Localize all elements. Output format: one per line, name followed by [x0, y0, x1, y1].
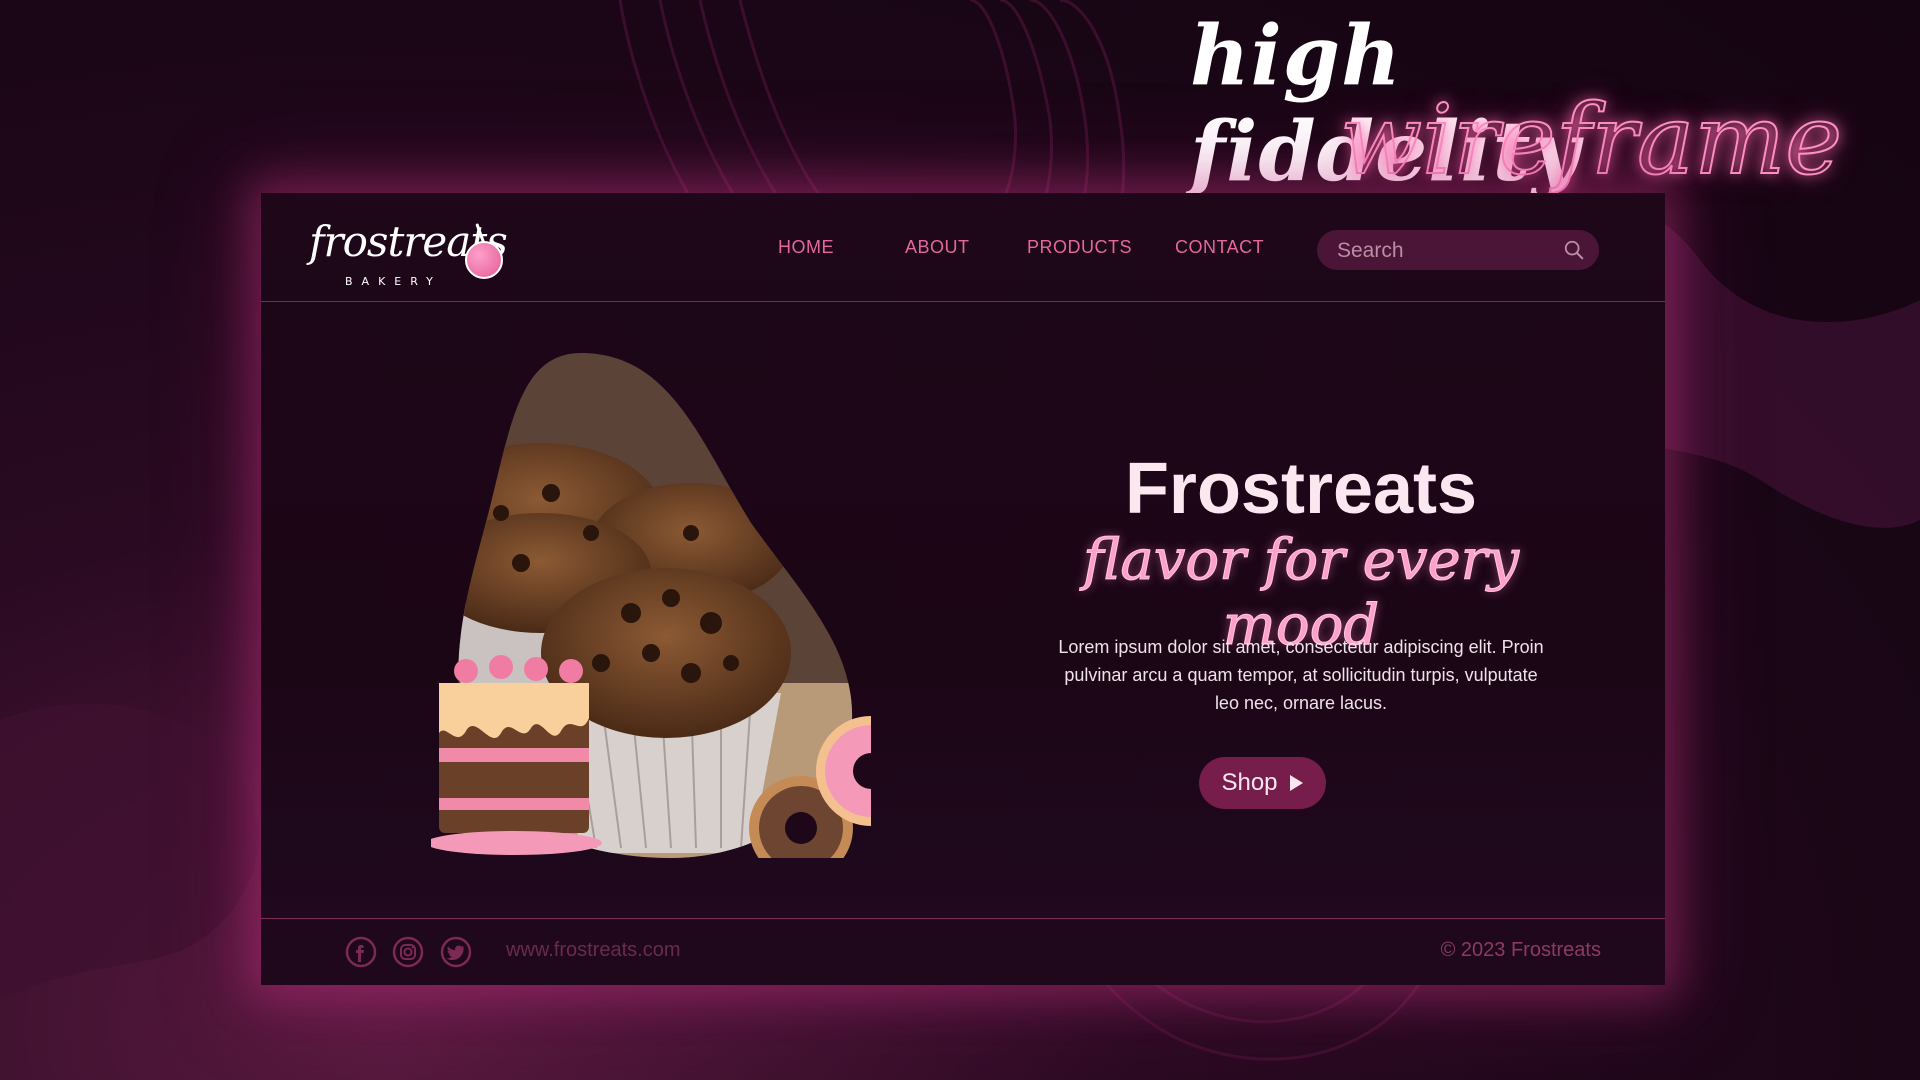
nav-item-about[interactable]: ABOUT	[905, 237, 970, 258]
search-bar	[1317, 230, 1599, 272]
facebook-icon[interactable]	[345, 936, 377, 968]
shop-button[interactable]: Shop	[1199, 757, 1326, 809]
twitter-icon[interactable]	[440, 936, 472, 968]
brand-logo[interactable]: frostreats BAKERY	[309, 213, 509, 293]
website-mockup: frostreats BAKERY HOME ABOUT PRODUCTS CO…	[261, 193, 1665, 985]
logo-subtitle: BAKERY	[345, 275, 442, 288]
nav-item-contact[interactable]: CONTACT	[1175, 237, 1264, 258]
shop-button-label: Shop	[1221, 769, 1278, 796]
nav-item-products[interactable]: PRODUCTS	[1027, 237, 1132, 258]
hero-description: Lorem ipsum dolor sit amet, consectetur …	[1058, 637, 1544, 713]
header-bar: frostreats BAKERY HOME ABOUT PRODUCTS CO…	[261, 193, 1665, 302]
nav-item-home[interactable]: HOME	[778, 237, 834, 258]
footer-url[interactable]: www.frostreats.com	[506, 939, 680, 962]
search-input[interactable]	[1335, 230, 1539, 272]
hero-title: Frostreats	[1124, 449, 1478, 529]
headline-line-2: wireframe	[1339, 83, 1843, 197]
wireframe-headline: high fiddelity wireframe	[1100, 8, 1843, 200]
play-icon	[1289, 775, 1303, 791]
hero-image	[431, 353, 871, 858]
cake-icon	[431, 655, 602, 855]
cherry-icon	[465, 241, 503, 279]
instagram-icon[interactable]	[392, 936, 424, 968]
search-icon[interactable]	[1563, 239, 1585, 261]
footer-bar: www.frostreats.com © 2023 Frostreats	[261, 918, 1665, 985]
footer-copyright: © 2023 Frostreats	[1440, 939, 1601, 961]
